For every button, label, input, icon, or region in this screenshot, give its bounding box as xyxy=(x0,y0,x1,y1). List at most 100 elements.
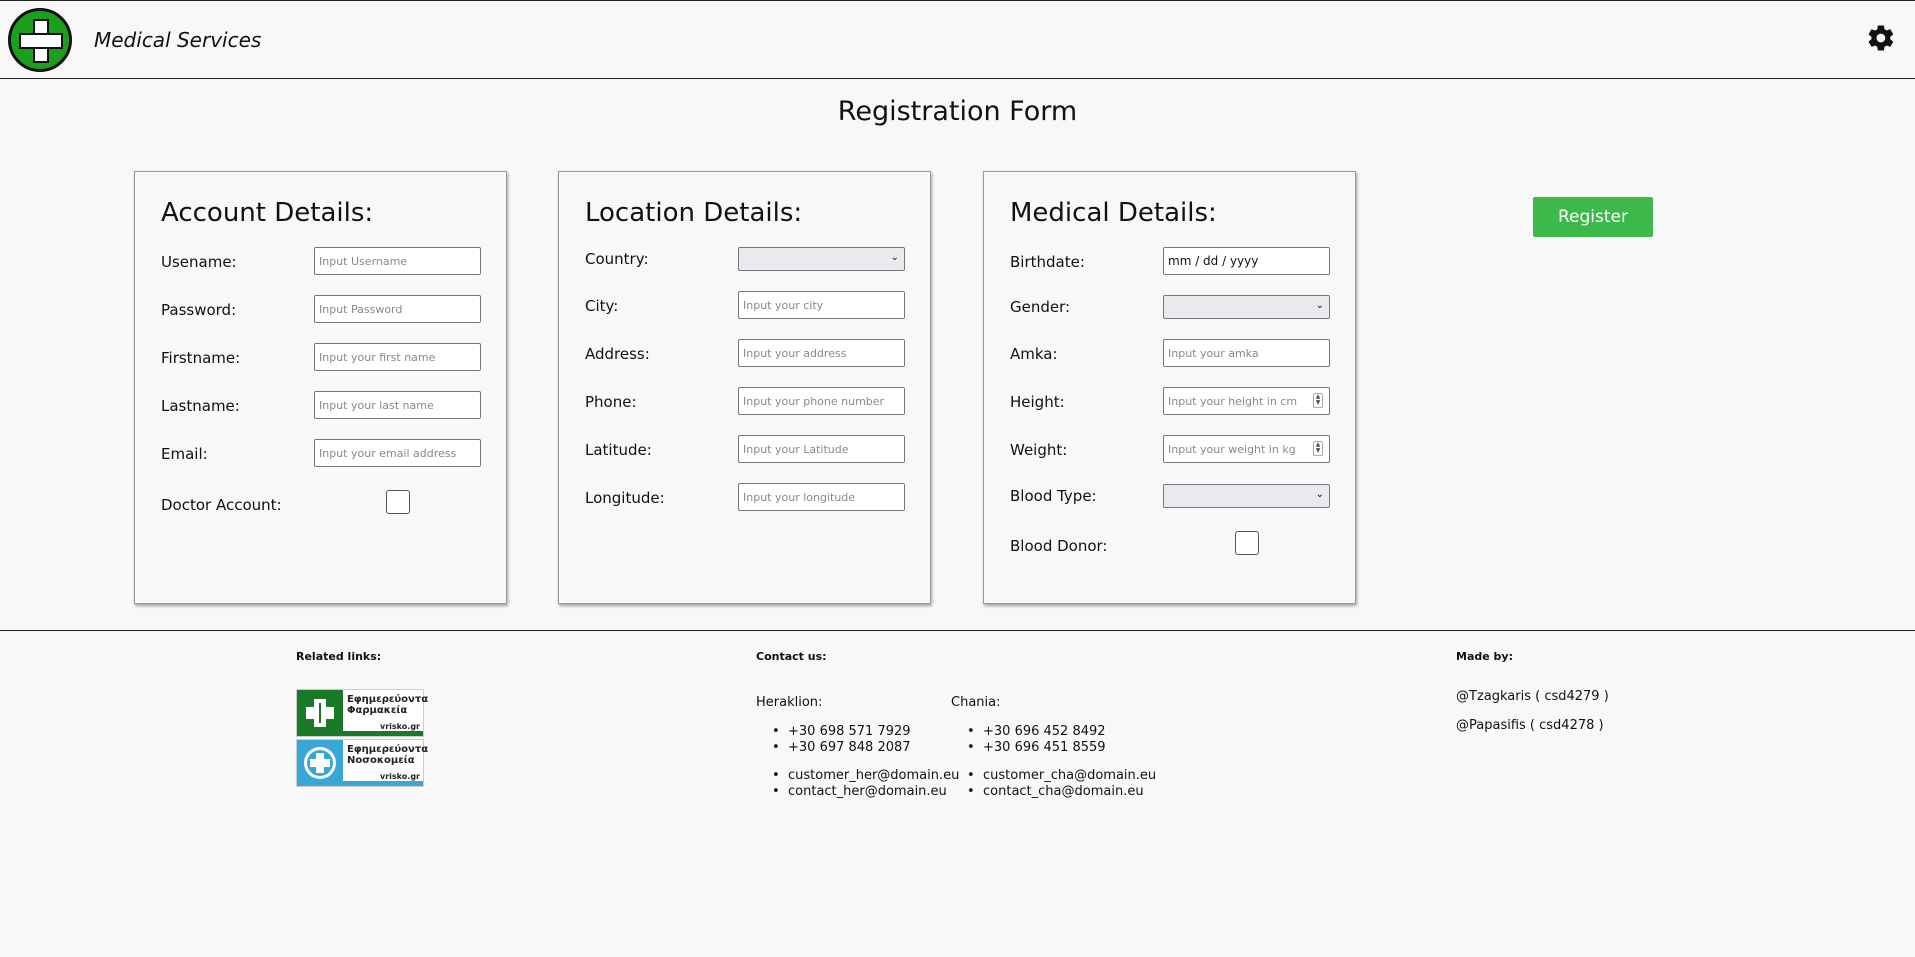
password-label: Password: xyxy=(161,301,237,319)
birthdate-input[interactable]: mm / dd / yyyy xyxy=(1163,247,1330,275)
chevron-down-icon: ⌄ xyxy=(1315,300,1324,311)
chania-email-2[interactable]: contact_cha@domain.eu xyxy=(951,784,1156,800)
doctor-account-label: Doctor Account: xyxy=(161,496,282,514)
related-links-heading: Related links: xyxy=(296,650,382,663)
country-row: Country: ⌄ xyxy=(585,244,915,274)
weight-input[interactable] xyxy=(1163,435,1330,463)
pharmacies-line2: Φαρμακεία xyxy=(347,705,408,716)
username-row: Usename: xyxy=(161,247,491,277)
birthdate-label: Birthdate: xyxy=(1010,253,1085,271)
hospitals-line2: Νοσοκομεία xyxy=(347,755,415,766)
firstname-input[interactable] xyxy=(314,343,481,371)
heraklion-label: Heraklion: xyxy=(756,695,823,710)
register-button[interactable]: Register xyxy=(1533,197,1653,237)
heraklion-phones: +30 698 571 7929 +30 697 848 2087 xyxy=(756,724,911,756)
blood-type-select[interactable]: ⌄ xyxy=(1163,484,1330,508)
country-label: Country: xyxy=(585,250,649,268)
firstname-label: Firstname: xyxy=(161,349,241,367)
firstname-row: Firstname: xyxy=(161,343,491,373)
country-select[interactable]: ⌄ xyxy=(738,247,905,271)
email-label: Email: xyxy=(161,445,208,463)
author-1[interactable]: @Tzagkaris ( csd4279 ) xyxy=(1456,689,1609,704)
weight-spinner-icon[interactable]: ▲ ▼ xyxy=(1313,441,1323,456)
top-header: Medical Services xyxy=(0,0,1915,79)
doctor-account-checkbox[interactable] xyxy=(386,490,410,514)
amka-label: Amka: xyxy=(1010,345,1058,363)
pharmacies-line1: Εφημερεύοντα xyxy=(347,694,429,705)
chevron-down-icon: ⌄ xyxy=(1315,489,1324,500)
lastname-input[interactable] xyxy=(314,391,481,419)
longitude-row: Longitude: xyxy=(585,483,915,513)
pharmacies-brand: vrisko.gr xyxy=(380,722,420,731)
gender-select[interactable]: ⌄ xyxy=(1163,295,1330,319)
doctor-account-row: Doctor Account: xyxy=(161,490,491,520)
height-input[interactable] xyxy=(1163,387,1330,415)
blood-donor-checkbox[interactable] xyxy=(1235,531,1259,555)
hospitals-link[interactable]: Εφημερεύοντα Νοσοκομεία vrisko.gr xyxy=(296,739,428,787)
lastname-label: Lastname: xyxy=(161,397,240,415)
password-row: Password: xyxy=(161,295,491,325)
location-details-heading: Location Details: xyxy=(585,198,803,228)
made-by-heading: Made by: xyxy=(1456,650,1513,663)
address-row: Address: xyxy=(585,339,915,369)
author-2[interactable]: @Papasifis ( csd4278 ) xyxy=(1456,718,1604,733)
latitude-row: Latitude: xyxy=(585,435,915,465)
hospitals-line1: Εφημερεύοντα xyxy=(347,744,429,755)
height-label: Height: xyxy=(1010,393,1065,411)
page-title: Registration Form xyxy=(837,96,1078,127)
address-input[interactable] xyxy=(738,339,905,367)
city-input[interactable] xyxy=(738,291,905,319)
chania-phone-2[interactable]: +30 696 451 8559 xyxy=(951,740,1106,756)
address-label: Address: xyxy=(585,345,650,363)
city-label: City: xyxy=(585,297,619,315)
height-row: Height: ▲▼ xyxy=(1010,387,1340,417)
blood-donor-row: Blood Donor: xyxy=(1010,531,1340,561)
heraklion-emails: customer_her@domain.eu contact_her@domai… xyxy=(756,768,959,800)
phone-input[interactable] xyxy=(738,387,905,415)
blood-type-row: Blood Type: ⌄ xyxy=(1010,481,1340,511)
chania-email-1[interactable]: customer_cha@domain.eu xyxy=(951,768,1156,784)
hospital-cross-icon xyxy=(297,740,343,786)
pharmacies-link[interactable]: Εφημερεύοντα Φαρμακεία vrisko.gr xyxy=(296,689,428,737)
blood-type-label: Blood Type: xyxy=(1010,487,1097,505)
heraklion-email-2[interactable]: contact_her@domain.eu xyxy=(756,784,959,800)
gender-label: Gender: xyxy=(1010,298,1071,316)
medical-details-panel: Medical Details: Birthdate: mm / dd / yy… xyxy=(983,171,1356,604)
latitude-input[interactable] xyxy=(738,435,905,463)
password-input[interactable] xyxy=(314,295,481,323)
phone-row: Phone: xyxy=(585,387,915,417)
medical-details-heading: Medical Details: xyxy=(1010,198,1217,228)
lastname-row: Lastname: xyxy=(161,391,491,421)
location-details-panel: Location Details: Country: ⌄ City: Addre… xyxy=(558,171,931,604)
height-spinner-icon[interactable]: ▲ ▼ xyxy=(1313,393,1323,408)
weight-row: Weight: ▲▼ xyxy=(1010,435,1340,465)
heraklion-phone-1[interactable]: +30 698 571 7929 xyxy=(756,724,911,740)
brand-name: Medical Services xyxy=(94,28,262,52)
longitude-input[interactable] xyxy=(738,483,905,511)
phone-label: Phone: xyxy=(585,393,637,411)
birthdate-row: Birthdate: mm / dd / yyyy xyxy=(1010,247,1340,277)
contact-us-heading: Contact us: xyxy=(756,650,827,663)
medical-cross-logo-icon[interactable] xyxy=(8,8,72,72)
gear-icon[interactable] xyxy=(1866,23,1896,53)
blood-donor-label: Blood Donor: xyxy=(1010,537,1108,555)
hospitals-brand: vrisko.gr xyxy=(380,772,420,781)
pharmacy-cross-icon xyxy=(297,690,343,736)
chania-phones: +30 696 452 8492 +30 696 451 8559 xyxy=(951,724,1106,756)
hospitals-bar xyxy=(297,781,423,786)
account-details-heading: Account Details: xyxy=(161,198,374,228)
city-row: City: xyxy=(585,291,915,321)
weight-label: Weight: xyxy=(1010,441,1068,459)
username-input[interactable] xyxy=(314,247,481,275)
chania-phone-1[interactable]: +30 696 452 8492 xyxy=(951,724,1106,740)
latitude-label: Latitude: xyxy=(585,441,652,459)
longitude-label: Longitude: xyxy=(585,489,665,507)
amka-input[interactable] xyxy=(1163,339,1330,367)
heraklion-email-1[interactable]: customer_her@domain.eu xyxy=(756,768,959,784)
heraklion-phone-2[interactable]: +30 697 848 2087 xyxy=(756,740,911,756)
email-input[interactable] xyxy=(314,439,481,467)
account-details-panel: Account Details: Usename: Password: Firs… xyxy=(134,171,507,604)
username-label: Usename: xyxy=(161,253,237,271)
email-row: Email: xyxy=(161,439,491,469)
chevron-down-icon: ⌄ xyxy=(890,252,899,263)
